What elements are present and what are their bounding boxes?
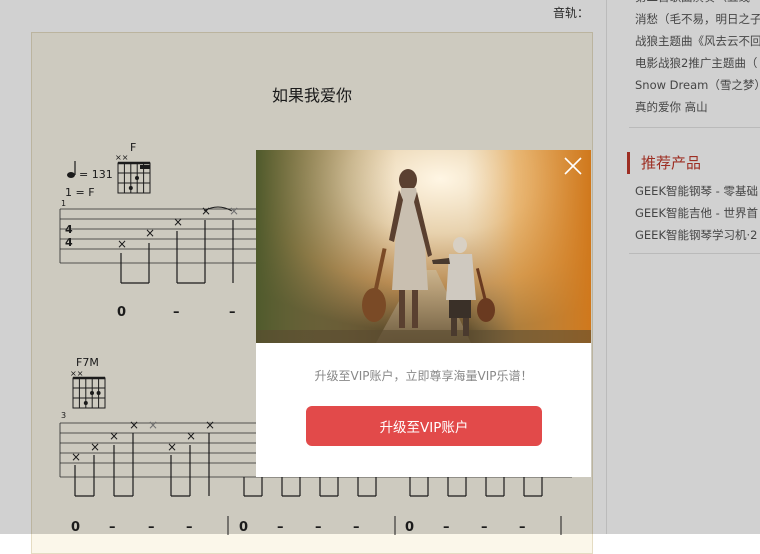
mother-child-guitar-photo: [256, 150, 591, 343]
upgrade-vip-button[interactable]: 升级至VIP账户: [306, 406, 542, 446]
vip-promo-text: 升级至VIP账户，立即尊享海量VIP乐谱！: [314, 369, 533, 383]
close-icon[interactable]: [563, 156, 583, 176]
vip-upgrade-modal: 升级至VIP账户，立即尊享海量VIP乐谱！ 升级至VIP账户: [256, 150, 591, 477]
page: 音轨： 如果我爱你 = 131 1 = F 1 F ×× 4 4 × × × ×…: [0, 0, 760, 554]
